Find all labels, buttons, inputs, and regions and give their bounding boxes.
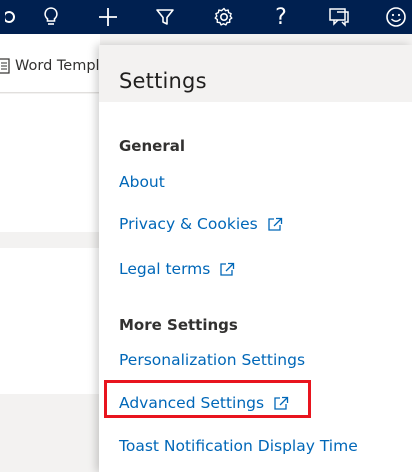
gear-icon[interactable]	[207, 0, 241, 34]
about-link[interactable]: About	[119, 173, 165, 191]
personalization-settings-link[interactable]: Personalization Settings	[119, 351, 305, 369]
link-label[interactable]: Privacy & Cookies	[119, 215, 258, 233]
settings-panel: Settings General About Privacy & Cookies…	[99, 45, 412, 472]
external-link-icon	[268, 217, 282, 231]
top-navigation-bar: ?	[0, 0, 412, 34]
section-heading-general: General	[119, 137, 185, 155]
link-label[interactable]: About	[119, 173, 165, 191]
help-icon[interactable]: ?	[264, 0, 298, 34]
panel-title: Settings	[119, 69, 207, 93]
search-icon[interactable]	[0, 0, 30, 34]
document-icon	[0, 58, 10, 74]
link-label[interactable]: Legal terms	[119, 260, 210, 278]
privacy-cookies-link[interactable]: Privacy & Cookies	[119, 215, 283, 233]
filter-icon[interactable]	[148, 0, 182, 34]
background-card	[0, 94, 100, 232]
lightbulb-icon[interactable]	[34, 0, 68, 34]
background-card	[0, 248, 100, 394]
link-label[interactable]: Personalization Settings	[119, 351, 305, 369]
settings-panel-header: Settings	[99, 45, 412, 102]
link-label[interactable]: Toast Notification Display Time	[119, 437, 358, 455]
section-heading-more-settings: More Settings	[119, 316, 238, 334]
help-glyph: ?	[275, 4, 287, 30]
feedback-icon[interactable]	[322, 0, 356, 34]
background-toolbar: Word Templates	[0, 34, 131, 93]
highlight-box	[104, 380, 311, 418]
smiley-icon[interactable]	[379, 0, 412, 34]
legal-terms-link[interactable]: Legal terms	[119, 260, 235, 278]
external-link-icon	[220, 262, 235, 276]
plus-icon[interactable]	[91, 0, 125, 34]
toast-notification-display-time-link[interactable]: Toast Notification Display Time	[119, 437, 358, 455]
